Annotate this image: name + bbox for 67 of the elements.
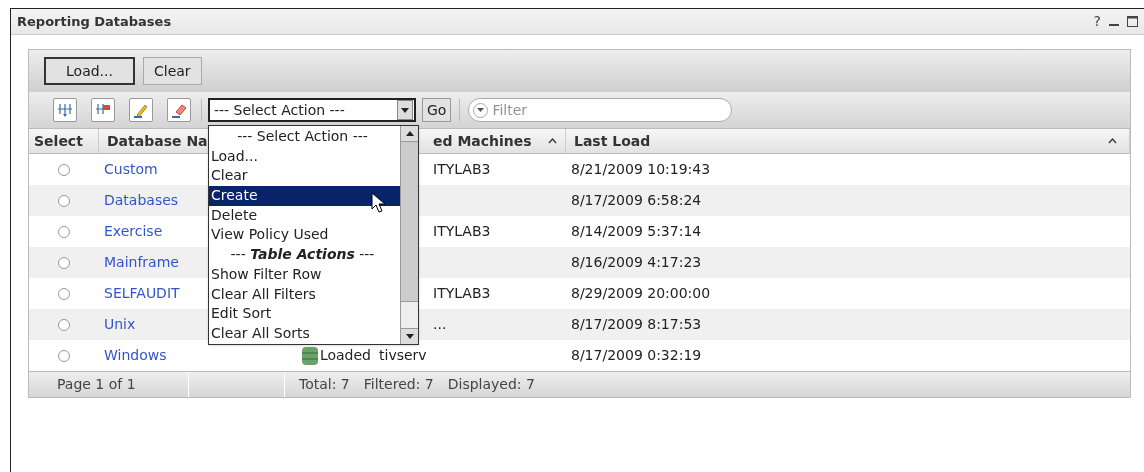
table-cell: 8/16/2009 4:17:23 <box>571 254 702 270</box>
table-cell: 8/29/2009 20:00:00 <box>571 285 711 301</box>
database-link[interactable]: Mainframe <box>104 254 179 270</box>
dropdown-option[interactable]: Delete <box>209 205 400 226</box>
dropdown-option[interactable]: Load... <box>209 146 400 167</box>
status-text: Loaded <box>319 346 371 365</box>
database-link[interactable]: Databases <box>104 192 179 208</box>
mouse-pointer-icon <box>371 192 387 214</box>
radio-button[interactable] <box>58 256 70 269</box>
scrollbar-thumb[interactable] <box>401 142 418 302</box>
dropdown-arrow-icon <box>401 107 409 113</box>
radio-button[interactable] <box>58 318 70 331</box>
count-label: Filtered: 7 <box>363 375 434 394</box>
window-title: Reporting Databases <box>17 12 172 31</box>
toolbar-button[interactable]: Load... <box>44 57 135 85</box>
filter-box[interactable]: Filter <box>468 98 733 122</box>
dropdown-option[interactable]: Clear All Filters <box>209 284 400 305</box>
database-link[interactable]: Windows <box>104 347 167 363</box>
database-link[interactable]: Unix <box>104 316 136 332</box>
dropdown-option[interactable]: Clear All Sorts <box>209 323 400 344</box>
toolbar-button[interactable]: Clear <box>143 57 202 85</box>
table-cell: ITYLAB3 <box>433 161 491 177</box>
radio-button[interactable] <box>58 287 70 300</box>
scroll-up-icon[interactable] <box>405 131 414 136</box>
table-cell: 8/17/2009 6:58:24 <box>571 192 702 208</box>
caret-up-icon <box>548 138 557 144</box>
count-label: Displayed: 7 <box>447 375 535 394</box>
table-cell: 8/17/2009 8:17:53 <box>571 316 702 332</box>
maximize-icon[interactable] <box>1127 16 1138 27</box>
database-icon <box>301 345 318 366</box>
dropdown-option: --- Table Actions --- <box>209 245 400 265</box>
column-header[interactable]: ed Machines <box>433 130 532 152</box>
database-link[interactable]: SELFAUDIT <box>104 285 180 301</box>
table-cell: ... <box>433 316 447 332</box>
page-indicator: Page 1 of 1 <box>57 375 136 394</box>
dropdown-option[interactable]: Create <box>209 186 400 206</box>
table-cell: 8/14/2009 5:37:14 <box>571 223 702 239</box>
table-cell: 8/21/2009 10:19:43 <box>571 161 711 177</box>
dropdown-arrow-icon[interactable] <box>477 108 485 112</box>
radio-button[interactable] <box>58 225 70 238</box>
database-link[interactable]: Custom <box>104 161 158 177</box>
go-button[interactable]: Go <box>422 98 452 122</box>
filter-clear-icon[interactable] <box>91 98 115 122</box>
table-cell: ITYLAB3 <box>433 223 491 239</box>
radio-button[interactable] <box>58 194 70 207</box>
eraser-icon[interactable] <box>167 98 191 122</box>
action-dropdown[interactable]: --- Select Action --- <box>208 98 416 122</box>
column-header[interactable]: Last Load <box>574 130 651 152</box>
column-header[interactable]: Database Na <box>107 130 208 152</box>
count-label: Total: 7 <box>299 375 350 394</box>
filter-field[interactable]: Filter <box>492 99 732 121</box>
table-cell: ITYLAB3 <box>433 285 491 301</box>
radio-button[interactable] <box>58 163 70 176</box>
caret-up-icon <box>1108 138 1117 144</box>
pencil-icon[interactable] <box>129 98 153 122</box>
database-link[interactable]: Exercise <box>104 223 163 239</box>
columns-icon[interactable] <box>53 98 77 122</box>
dropdown-option[interactable]: Edit Sort <box>209 304 400 324</box>
radio-button[interactable] <box>58 349 70 362</box>
column-header[interactable]: Select <box>34 130 83 152</box>
dropdown-option[interactable]: Show Filter Row <box>209 264 400 285</box>
table-cell: tivserv <box>379 347 427 363</box>
help-button[interactable]: ? <box>1093 11 1101 32</box>
dropdown-option: --- Select Action --- <box>209 127 400 147</box>
dropdown-option[interactable]: Clear <box>209 166 400 187</box>
dropdown-option[interactable]: View Policy Used <box>209 225 400 246</box>
table-cell: 8/17/2009 0:32:19 <box>571 347 702 363</box>
